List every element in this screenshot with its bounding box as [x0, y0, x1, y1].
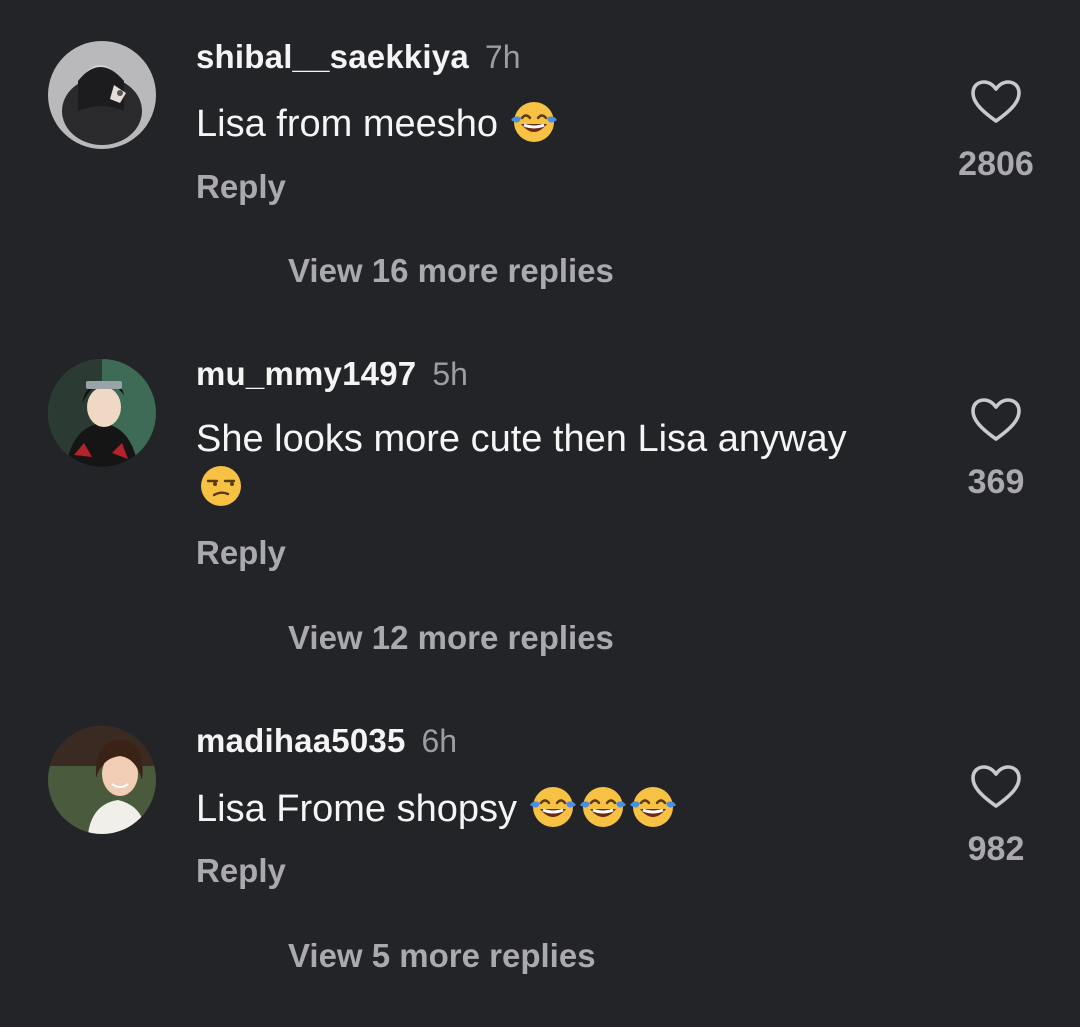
- comment-text: Lisa Frome shopsy: [196, 783, 956, 832]
- comment-body: Lisa from meesho: [196, 103, 499, 145]
- timestamp: 7h: [484, 39, 521, 75]
- reply-button[interactable]: Reply: [196, 170, 286, 203]
- like-count: 369: [967, 463, 1025, 501]
- comment-text: Lisa from meesho: [196, 98, 956, 147]
- heart-icon[interactable]: [969, 763, 1023, 811]
- laughing-icon: [528, 783, 578, 829]
- timestamp: 6h: [421, 723, 458, 759]
- like-count: 982: [967, 830, 1025, 868]
- like-count: 2806: [958, 145, 1034, 183]
- laughing-icon: [509, 98, 559, 144]
- heart-icon[interactable]: [969, 78, 1023, 126]
- username[interactable]: madihaa5035: [196, 722, 406, 759]
- username[interactable]: mu_mmy1497: [196, 355, 416, 392]
- avatar[interactable]: [48, 359, 156, 467]
- reply-button[interactable]: Reply: [196, 854, 286, 887]
- avatar[interactable]: [48, 41, 156, 149]
- comment-body: She looks more cute then Lisa anyway: [196, 418, 847, 460]
- unamused-face-icon: [196, 462, 246, 508]
- username[interactable]: shibal__saekkiya: [196, 38, 469, 75]
- laughing-icon: [578, 783, 628, 829]
- view-replies-button[interactable]: View 12 more replies: [288, 621, 614, 654]
- timestamp: 5h: [432, 356, 468, 392]
- reply-button[interactable]: Reply: [196, 536, 286, 569]
- view-replies-button[interactable]: View 16 more replies: [288, 254, 614, 287]
- view-replies-button[interactable]: View 5 more replies: [288, 939, 596, 972]
- comment-header: shibal__saekkiya 7h: [196, 40, 521, 73]
- comment-header: mu_mmy1497 5h: [196, 357, 468, 390]
- avatar[interactable]: [48, 726, 156, 834]
- laughing-icon: [628, 783, 678, 829]
- comment-text: She looks more cute then Lisa anyway: [196, 416, 956, 511]
- comment-body: Lisa Frome shopsy: [196, 788, 518, 830]
- comment-header: madihaa5035 6h: [196, 724, 457, 757]
- heart-icon[interactable]: [969, 396, 1023, 444]
